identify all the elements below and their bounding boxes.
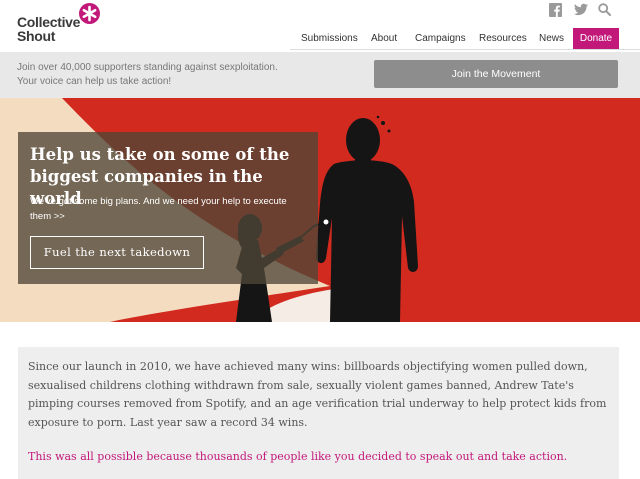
join-banner: Join over 40,000 supporters standing aga…	[0, 52, 640, 98]
main-nav: Submissions About Campaigns Resources Ne…	[0, 28, 640, 50]
twitter-icon[interactable]	[574, 3, 588, 17]
nav-about[interactable]: About	[371, 28, 397, 50]
hero-subtitle[interactable]: We've got some big plans. And we need yo…	[30, 194, 310, 224]
site-header: Collective Shout Submissions About Campa…	[0, 0, 640, 52]
intro-highlight: This was all possible because thousands …	[28, 450, 568, 463]
hero-banner: Help us take on some of the biggest comp…	[0, 98, 640, 322]
nav-news[interactable]: News	[539, 28, 564, 50]
nav-resources[interactable]: Resources	[479, 28, 527, 50]
facebook-icon[interactable]	[549, 3, 562, 17]
hero-callout: Help us take on some of the biggest comp…	[18, 132, 318, 284]
intro-text: Since our launch in 2010, we have achiev…	[28, 360, 607, 429]
join-movement-button[interactable]: Join the Movement	[374, 60, 618, 88]
intro-panel: Since our launch in 2010, we have achiev…	[18, 347, 619, 479]
donate-button[interactable]: Donate	[573, 28, 619, 50]
nav-divider	[290, 49, 640, 50]
fuel-takedown-button[interactable]: Fuel the next takedown	[30, 236, 204, 269]
nav-submissions[interactable]: Submissions	[301, 28, 358, 50]
join-message: Join over 40,000 supporters standing aga…	[17, 62, 278, 87]
search-icon[interactable]	[598, 3, 611, 17]
nav-campaigns[interactable]: Campaigns	[415, 28, 466, 50]
asterisk-logo-icon	[79, 3, 100, 24]
